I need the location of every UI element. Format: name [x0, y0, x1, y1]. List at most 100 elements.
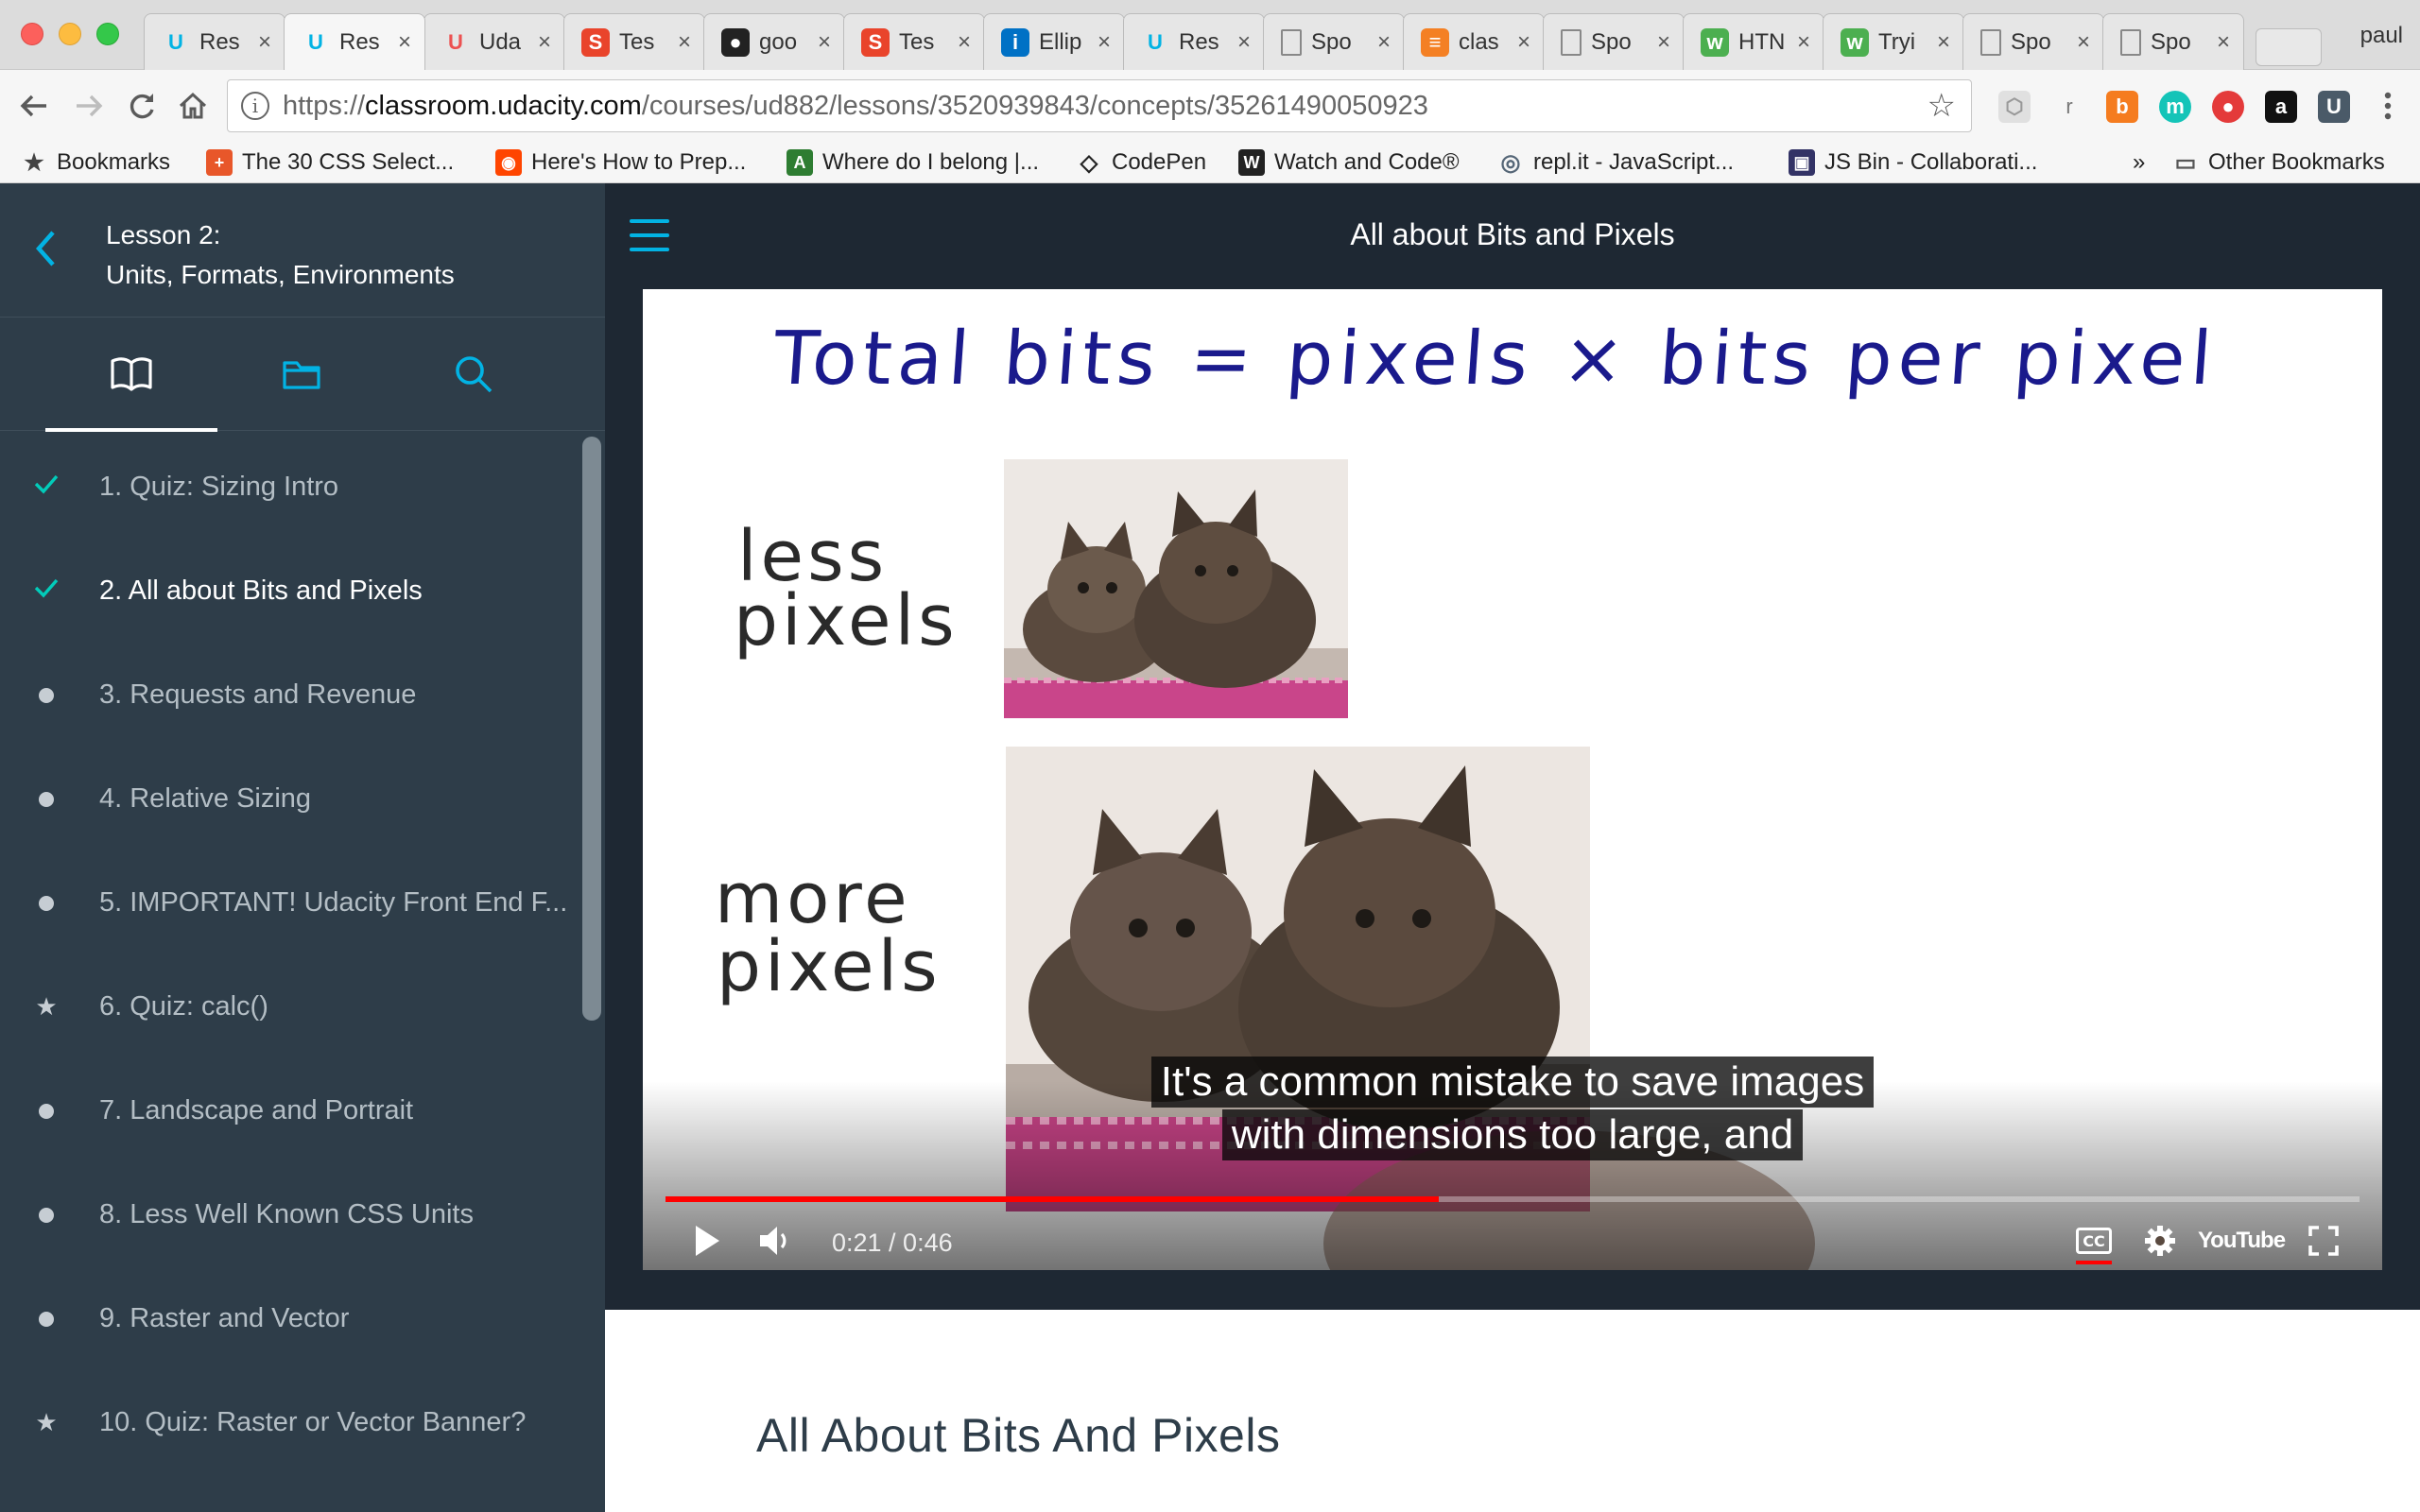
tab-close-icon[interactable]: × [678, 29, 691, 56]
bookmark-item[interactable]: + The 30 CSS Select... [206, 149, 454, 176]
concept-item[interactable]: 3. Requests and Revenue [0, 643, 577, 747]
concept-title: All about Bits and Pixels [1350, 217, 1675, 251]
concept-item[interactable]: ★ 10. Quiz: Raster or Vector Banner? [0, 1370, 577, 1474]
browser-tab[interactable]: U Res × [284, 13, 425, 70]
bookmark-item[interactable]: ★ Bookmarks [21, 149, 170, 176]
fullscreen-button[interactable] [2303, 1219, 2344, 1263]
play-button[interactable] [688, 1219, 726, 1263]
tab-close-icon[interactable]: × [1377, 29, 1391, 56]
browser-menu-button[interactable] [2369, 87, 2407, 125]
bookmark-item[interactable]: A Where do I belong |... [786, 149, 1039, 176]
youtube-player[interactable]: Total bits = pixels × bits per pixel les… [643, 289, 2382, 1270]
play-icon [696, 1226, 719, 1256]
bookmark-item[interactable]: ◎ repl.it - JavaScript... [1497, 149, 1735, 176]
tab-close-icon[interactable]: × [398, 29, 411, 56]
tab-close-icon[interactable]: × [1237, 29, 1251, 56]
browser-tab[interactable]: S Tes × [563, 13, 705, 70]
window-close-button[interactable] [21, 23, 43, 45]
sidebar-scrollbar[interactable] [582, 437, 601, 1021]
bullet-icon [32, 1304, 60, 1333]
browser-tab[interactable]: ● goo × [703, 13, 845, 70]
browser-tab[interactable]: w Tryi × [1823, 13, 1964, 70]
tab-close-icon[interactable]: × [1098, 29, 1111, 56]
tab-close-icon[interactable]: × [958, 29, 971, 56]
extension-cube-icon[interactable]: ⬡ [1998, 91, 2031, 123]
tab-title: Res [199, 28, 240, 55]
browser-tab[interactable]: U Res × [1123, 13, 1265, 70]
bookmark-item[interactable]: W Watch and Code® [1238, 149, 1460, 176]
tab-close-icon[interactable]: × [1937, 29, 1950, 56]
back-button[interactable] [15, 87, 53, 125]
bookmark-star-icon[interactable]: ☆ [1927, 87, 1956, 125]
new-tab-button[interactable] [2256, 28, 2322, 66]
bullet-icon [32, 680, 60, 710]
jsbin-icon: ▣ [1789, 149, 1815, 176]
mute-button[interactable] [756, 1219, 796, 1263]
tab-close-icon[interactable]: × [1657, 29, 1670, 56]
site-info-icon[interactable]: i [241, 92, 269, 120]
tab-search[interactable] [388, 318, 560, 431]
tab-close-icon[interactable]: × [1797, 29, 1810, 56]
browser-tab[interactable]: U Uda × [424, 13, 565, 70]
cc-icon: CC [2076, 1228, 2112, 1254]
window-zoom-button[interactable] [96, 23, 119, 45]
tab-concepts[interactable] [45, 318, 217, 432]
arrow-right-icon [77, 94, 103, 117]
bookmark-item[interactable]: ◇ CodePen [1076, 149, 1206, 176]
settings-button[interactable] [2140, 1219, 2180, 1263]
browser-tab[interactable]: w HTN × [1683, 13, 1824, 70]
tab-close-icon[interactable]: × [258, 29, 271, 56]
forward-button[interactable] [70, 87, 108, 125]
browser-tab[interactable]: Spo × [1962, 13, 2104, 70]
tab-close-icon[interactable]: × [1517, 29, 1530, 56]
back-to-lessons-button[interactable] [34, 225, 59, 280]
url-text: https://classroom.udacity.com/courses/ud… [283, 90, 1428, 121]
tab-resources[interactable] [216, 318, 388, 431]
concept-item[interactable]: 1. Quiz: Sizing Intro [0, 435, 577, 539]
concept-item[interactable]: ★ 6. Quiz: calc() [0, 954, 577, 1058]
search-icon [456, 356, 493, 393]
concept-item[interactable]: 7. Landscape and Portrait [0, 1058, 577, 1162]
extension-m-icon[interactable]: m [2159, 91, 2191, 123]
video-progress-bar[interactable] [666, 1196, 2360, 1202]
tab-close-icon[interactable]: × [2217, 29, 2230, 56]
extension-r-icon[interactable]: r [2053, 91, 2085, 123]
tab-close-icon[interactable]: × [818, 29, 831, 56]
tab-title: HTN [1738, 28, 1784, 55]
reload-button[interactable] [123, 87, 161, 125]
extension-amazon-icon[interactable]: a [2265, 91, 2297, 123]
concept-item[interactable]: 8. Less Well Known CSS Units [0, 1162, 577, 1266]
address-bar[interactable]: i https://classroom.udacity.com/courses/… [227, 79, 1972, 132]
browser-tab[interactable]: Spo × [1543, 13, 1685, 70]
concept-item[interactable]: 9. Raster and Vector [0, 1266, 577, 1370]
tab-close-icon[interactable]: × [538, 29, 551, 56]
bookmark-label: Here's How to Prep... [531, 149, 747, 175]
sitepoint-icon: S [861, 27, 890, 57]
extension-tomato-icon[interactable]: ● [2212, 91, 2244, 123]
browser-tab[interactable]: S Tes × [843, 13, 985, 70]
browser-tab[interactable]: U Res × [144, 13, 285, 70]
browser-tab[interactable]: ≡ clas × [1403, 13, 1545, 70]
stackoverflow-icon: ≡ [1421, 27, 1449, 57]
extension-hubspot-icon[interactable]: b [2106, 91, 2138, 123]
youtube-logo[interactable]: YouTube [2198, 1219, 2286, 1263]
concept-item[interactable]: ★11. Quiz: Raster and Vector Identifi... [0, 1474, 577, 1512]
concept-item[interactable]: 4. Relative Sizing [0, 747, 577, 850]
concept-item[interactable]: 5. IMPORTANT! Udacity Front End F... [0, 850, 577, 954]
bookmarks-overflow-button[interactable]: » [2133, 149, 2145, 176]
extension-udacity-icon[interactable]: U [2318, 91, 2350, 123]
tab-close-icon[interactable]: × [2077, 29, 2090, 56]
bookmark-item[interactable]: ▣ JS Bin - Collaborati... [1789, 149, 2037, 176]
browser-tab[interactable]: Spo × [2102, 13, 2244, 70]
browser-tab[interactable]: i Ellip × [983, 13, 1125, 70]
window-minimize-button[interactable] [59, 23, 81, 45]
browser-tab[interactable]: Spo × [1263, 13, 1405, 70]
bookmark-item[interactable]: ▭ Other Bookmarks [2172, 149, 2385, 176]
intel-icon: i [1001, 27, 1029, 57]
bookmark-item[interactable]: ◉ Here's How to Prep... [495, 149, 746, 176]
sitelogo-icon: A [786, 149, 813, 176]
captions-button[interactable]: CC [2072, 1219, 2116, 1264]
profile-name[interactable]: paul [2360, 23, 2403, 49]
concept-item[interactable]: 2. All about Bits and Pixels [0, 539, 577, 643]
home-button[interactable] [174, 87, 212, 125]
